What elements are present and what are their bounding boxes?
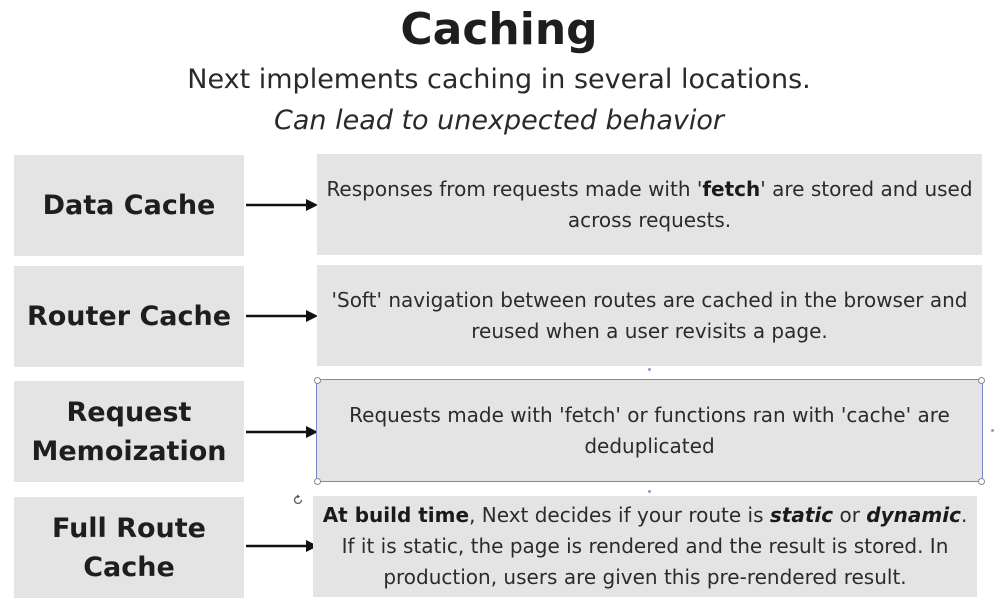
resize-handle-top-left[interactable] [314,377,321,384]
rotate-handle-icon[interactable] [292,494,304,506]
label-box-data-cache[interactable]: Data Cache [14,155,244,256]
resize-handle-bottom[interactable] [648,490,651,493]
desc-text: Responses from requests made with 'fetch… [326,176,973,232]
label-box-full-route-cache[interactable]: Full Route Cache [14,497,244,598]
right-arrow-icon [246,199,318,211]
label-box-router-cache[interactable]: Router Cache [14,266,244,367]
right-arrow-icon [246,310,318,322]
resize-handle-top[interactable] [648,368,651,371]
page-subtitle: Next implements caching in several locat… [187,64,811,95]
label-text-line-1: Request [66,396,192,428]
desc-text: At build time, Next decides if your rout… [322,503,968,589]
resize-handle-bottom-left[interactable] [314,478,321,485]
page-title: Caching [400,4,598,55]
label-text-line-1: Full Route [51,512,206,544]
desc-box-full-route-cache[interactable]: At build time, Next decides if your rout… [313,496,977,597]
desc-box-router-cache[interactable]: 'Soft' navigation between routes are cac… [317,265,982,366]
desc-text: Requests made with 'fetch' or functions … [349,402,950,458]
resize-handle-top-right[interactable] [978,377,985,384]
label-text: Router Cache [26,301,232,332]
desc-box-data-cache[interactable]: Responses from requests made with 'fetch… [317,154,982,255]
desc-box-request-memoization[interactable]: Requests made with 'fetch' or functions … [316,379,983,482]
right-arrow-icon [246,426,318,438]
label-text-line-2: Memoization [31,435,227,467]
desc-text: 'Soft' navigation between routes are cac… [331,287,968,343]
label-box-request-memoization[interactable]: Request Memoization [14,381,244,482]
warning-note: Can lead to unexpected behavior [274,105,724,136]
label-text: Data Cache [42,190,216,221]
resize-handle-right[interactable] [991,429,994,432]
label-text-line-2: Cache [83,551,175,583]
right-arrow-icon [246,540,318,552]
resize-handle-bottom-right[interactable] [978,478,985,485]
